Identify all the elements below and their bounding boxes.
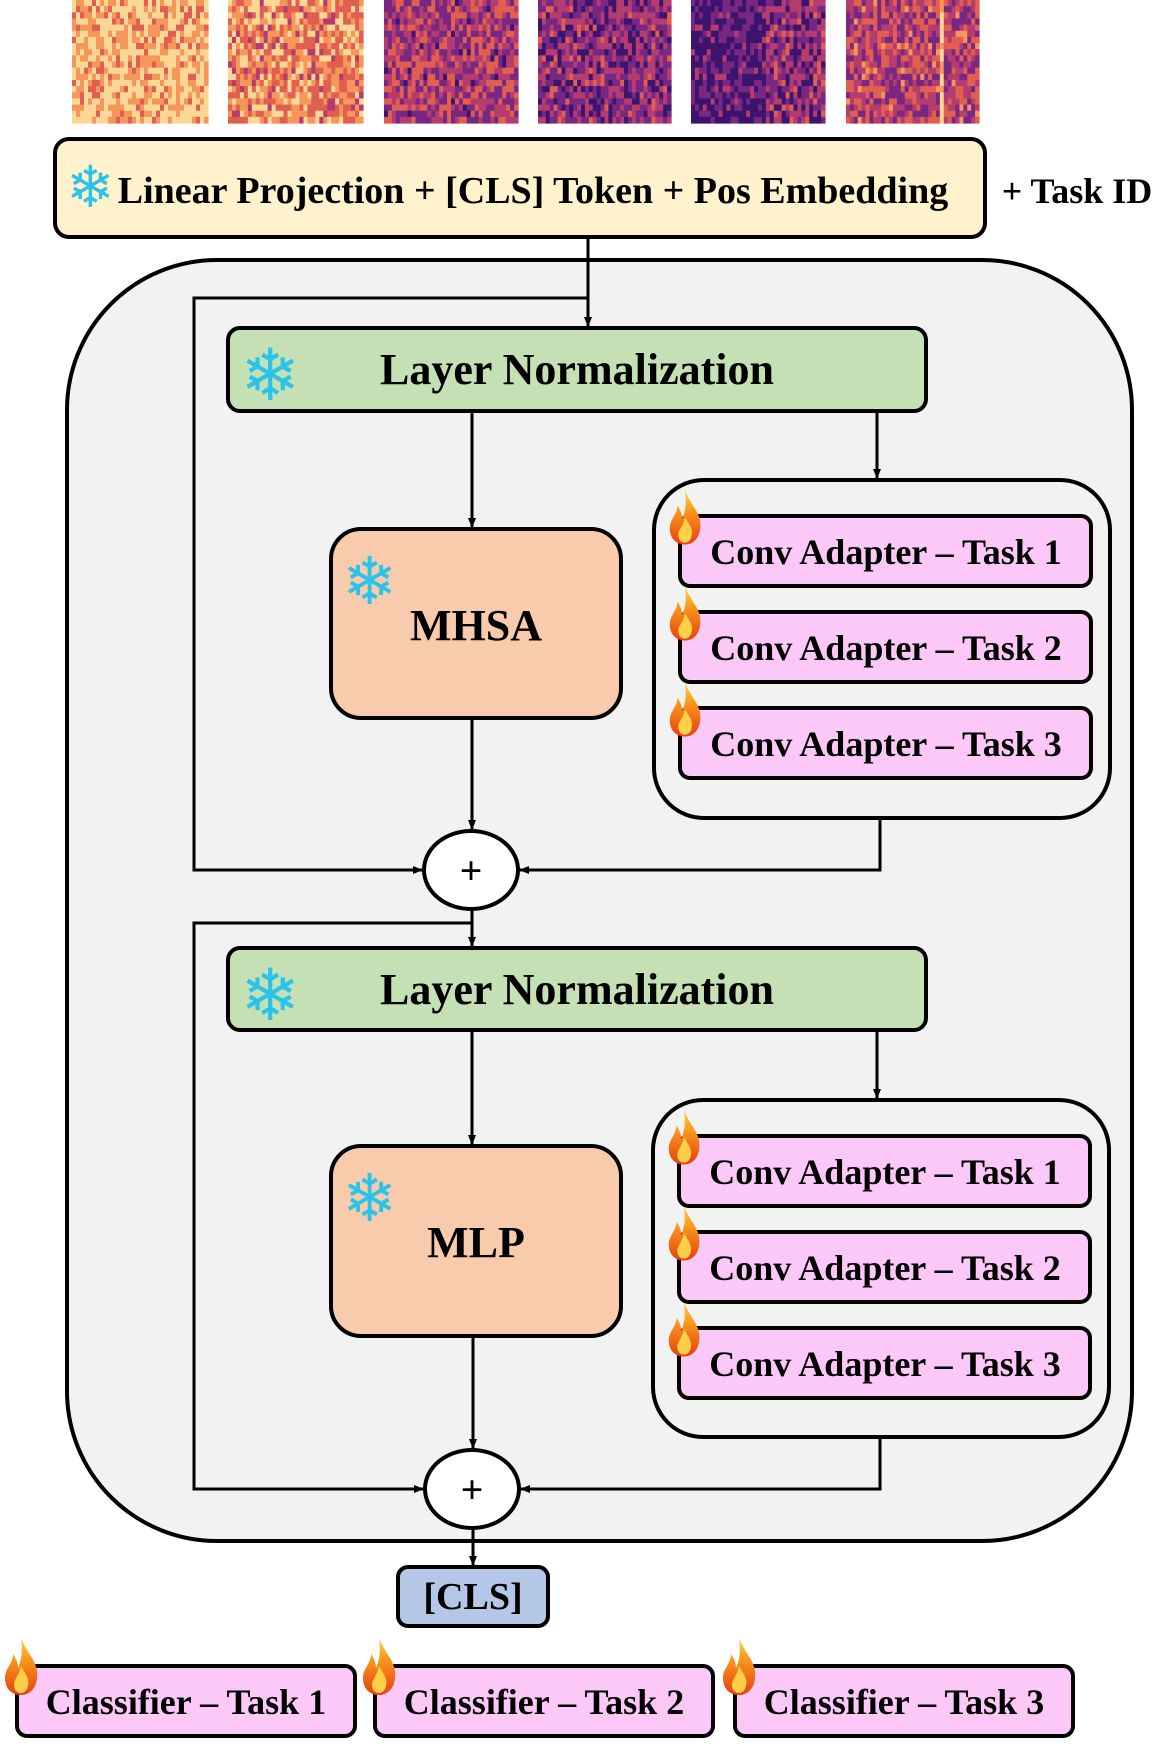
flame-icon <box>363 1638 396 1695</box>
input-projection-label: Linear Projection + [CLS] Token + Pos Em… <box>118 170 949 212</box>
spectrogram-tile <box>691 0 826 124</box>
conv-adapter-label: Conv Adapter – Task 1 <box>710 532 1061 572</box>
flame-icon <box>5 1638 38 1695</box>
conv-adapter-label: Conv Adapter – Task 2 <box>709 1248 1060 1288</box>
classifier-label: Classifier – Task 3 <box>764 1682 1044 1722</box>
conv-adapter-label: Conv Adapter – Task 3 <box>710 724 1061 764</box>
snowflake-icon: ❄ <box>240 953 300 1037</box>
flame-icon <box>723 1638 756 1695</box>
conv-adapter-label: Conv Adapter – Task 2 <box>710 628 1061 668</box>
task-id-label: + Task ID <box>1002 171 1153 211</box>
mhsa-label: MHSA <box>410 601 542 650</box>
mlp-label: MLP <box>427 1218 525 1267</box>
spectrogram-tile <box>72 0 209 124</box>
layer-norm-2-label: Layer Normalization <box>380 965 774 1014</box>
add-symbol: + <box>461 1467 484 1512</box>
classifier-label: Classifier – Task 1 <box>46 1682 326 1722</box>
add-symbol: + <box>460 848 483 893</box>
layer-norm-1-label: Layer Normalization <box>380 345 774 394</box>
snowflake-icon: ❄ <box>240 333 300 417</box>
conv-adapter-label: Conv Adapter – Task 1 <box>709 1152 1060 1192</box>
conv-adapter-label: Conv Adapter – Task 3 <box>709 1344 1060 1384</box>
input-spectrograms <box>72 0 980 124</box>
spectrogram-tile <box>228 0 364 124</box>
snowflake-icon: ❄ <box>342 543 397 620</box>
spectrogram-tile <box>538 0 672 124</box>
snowflake-icon: ❄ <box>66 153 115 221</box>
architecture-diagram: ❄ Linear Projection + [CLS] Token + Pos … <box>5 0 1153 1738</box>
classifier-task-3: Classifier – Task 3 <box>723 1638 1075 1738</box>
classifier-task-2: Classifier – Task 2 <box>363 1638 715 1738</box>
classifier-label: Classifier – Task 2 <box>404 1682 684 1722</box>
classifier-task-1: Classifier – Task 1 <box>5 1638 357 1738</box>
spectrogram-tile <box>846 0 980 124</box>
cls-token-label: [CLS] <box>423 1576 522 1618</box>
spectrogram-tile <box>384 0 519 124</box>
snowflake-icon: ❄ <box>342 1160 397 1237</box>
